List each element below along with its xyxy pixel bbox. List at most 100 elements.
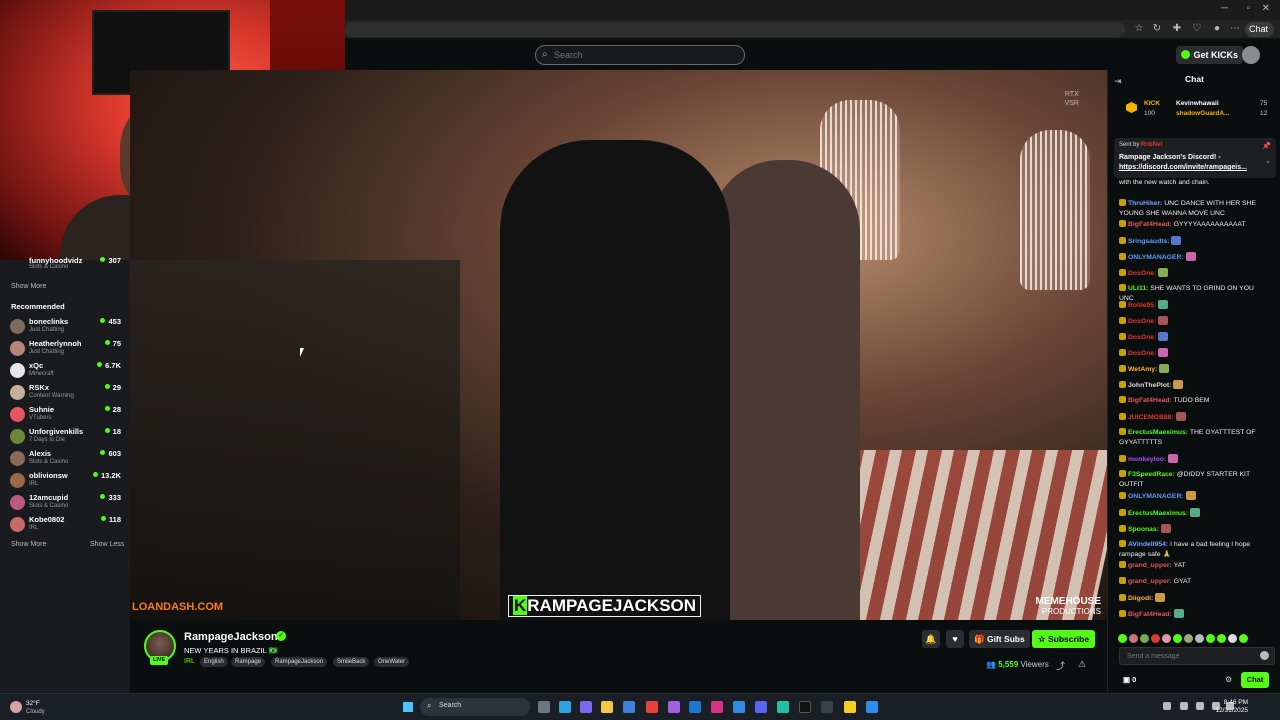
show-more-link[interactable]: Show More [11, 283, 46, 290]
windows-start-icon[interactable] [403, 702, 413, 712]
search-box[interactable]: ⌕ [535, 45, 745, 65]
gift-subs-button[interactable]: 🎁 Gift Subs [969, 630, 1030, 648]
emote-icon[interactable] [1228, 634, 1237, 643]
tray-app-icon[interactable] [1196, 702, 1204, 710]
video-player[interactable]: RTX VSR LOANDASH.COM KRAMPAGEJACKSON MEM… [130, 70, 1107, 620]
app-icon[interactable] [866, 701, 878, 713]
chat-username[interactable]: BigFat4Head: [1128, 611, 1172, 618]
tiktok-icon[interactable] [799, 701, 811, 713]
app-icon[interactable] [668, 701, 680, 713]
system-clock[interactable]: 8:46 PM 12/31/2025 [1215, 699, 1248, 715]
emote-icon[interactable] [1140, 634, 1149, 643]
emote-icon[interactable] [1217, 634, 1226, 643]
chat-username[interactable]: AVindell954: [1128, 541, 1168, 548]
report-icon[interactable]: ⚠ [1078, 659, 1086, 670]
stream-tag[interactable]: SmileBack [333, 657, 370, 667]
chat-username[interactable]: ONLYMANAGER: [1128, 493, 1184, 500]
pinned-message[interactable]: Sent by RnbNet 📌 Rampage Jackson's Disco… [1114, 138, 1276, 178]
emote-icon[interactable] [1129, 634, 1138, 643]
task-view-icon[interactable] [538, 701, 550, 713]
store-icon[interactable] [623, 701, 635, 713]
get-kicks-button[interactable]: Get KICKs [1176, 46, 1243, 64]
chat-username[interactable]: Rollie95: [1128, 302, 1156, 309]
emote-icon[interactable] [1239, 634, 1248, 643]
chat-username[interactable]: Sringsaudts: [1128, 238, 1170, 245]
sidebar-item-recommended[interactable]: RSKx Content Warning 29 [0, 382, 130, 404]
sidebar-item-recommended[interactable]: Suhnie VTubers 28 [0, 404, 130, 426]
sidebar-item-recommended[interactable]: Heatherlynnoh Just Chatting 75 [0, 338, 130, 360]
sidebar-item-recommended[interactable]: oblivionsw IRL 13.2K [0, 470, 130, 492]
user-avatar[interactable] [1242, 46, 1260, 64]
pin-icon[interactable]: 📌 [1262, 142, 1271, 150]
chat-username[interactable]: F3SpeedRace: [1128, 471, 1175, 478]
gear-icon[interactable]: ⚙ [1225, 675, 1232, 684]
close-icon[interactable]: ✕ [1262, 3, 1270, 14]
app-icon[interactable] [821, 701, 833, 713]
chat-username[interactable]: DosOne: [1128, 350, 1156, 357]
more-icon[interactable]: ⋯ [1229, 23, 1241, 35]
stream-category[interactable]: IRL [184, 658, 195, 665]
stream-tag[interactable]: Rampage [231, 657, 266, 667]
chat-username[interactable]: ErectusMaeximus: [1128, 510, 1188, 517]
chat-send-button[interactable]: Chat [1241, 672, 1269, 688]
emote-icon[interactable] [1151, 634, 1160, 643]
tray-chevron-icon[interactable] [1163, 702, 1171, 710]
stream-tag[interactable]: OneWater [374, 657, 410, 667]
file-explorer-icon[interactable] [601, 701, 613, 713]
emote-icon[interactable] [1184, 634, 1193, 643]
chat-username[interactable]: JohnThePlot: [1128, 382, 1171, 389]
sidebar-item-recommended[interactable]: Alexis Slots & Casino 603 [0, 448, 130, 470]
favorites-icon[interactable]: ♡ [1191, 23, 1203, 35]
chat-username[interactable]: Diigodi: [1128, 595, 1153, 602]
copilot-icon[interactable] [580, 701, 592, 713]
sticky-notes-icon[interactable] [844, 701, 856, 713]
emote-icon[interactable] [1195, 634, 1204, 643]
channel-name[interactable]: RampageJackson [184, 631, 278, 643]
profile-icon[interactable]: ● [1211, 23, 1223, 35]
chat-username[interactable]: ULI11: [1128, 285, 1148, 292]
emote-icon[interactable] [1162, 634, 1171, 643]
address-bar[interactable] [345, 22, 1125, 37]
notification-bell-icon[interactable]: 🔔 [922, 630, 940, 648]
chat-username[interactable]: ONLYMANAGER: [1128, 254, 1184, 261]
chat-username[interactable]: monkeyloo: [1128, 456, 1166, 463]
chrome-icon[interactable] [646, 701, 658, 713]
chat-username[interactable]: grand_upper: [1128, 562, 1172, 569]
sidebar-item-recommended[interactable]: Unforgivenkills 7 Days to Die 18 [0, 426, 130, 448]
chat-username[interactable]: WetAmy: [1128, 366, 1157, 373]
sidebar-item-recommended[interactable]: xQc Minecraft 6.7K [0, 360, 130, 382]
sidebar-item-recommended[interactable]: boneclinks Just Chatting 453 [0, 316, 130, 338]
copilot-chat-button[interactable]: Chat [1244, 22, 1274, 37]
chat-username[interactable]: DosOne: [1128, 334, 1156, 341]
chat-username[interactable]: BigFat4Head: [1128, 397, 1172, 404]
taskbar-search[interactable]: ⌕ Search [420, 698, 530, 716]
chat-username[interactable]: ThruHiker: [1128, 200, 1162, 207]
minimize-icon[interactable]: ─ [1221, 3, 1228, 14]
steam-icon[interactable] [689, 701, 701, 713]
discord-icon[interactable] [755, 701, 767, 713]
chat-username[interactable]: ErectusMaeximus: [1128, 429, 1188, 436]
kicks-balance[interactable]: ▣ 0 [1123, 675, 1136, 684]
star-icon[interactable]: ☆ [1133, 23, 1145, 35]
search-input[interactable] [554, 48, 739, 62]
chat-username[interactable]: JUICEMOB88: [1128, 414, 1174, 421]
chat-input[interactable] [1127, 651, 1252, 662]
share-icon[interactable]: ⤴ [1056, 659, 1065, 672]
sidebar-item-top[interactable]: funnyhoodvidz Slots & Casino 307 [0, 256, 130, 278]
show-less-link[interactable]: Show Less [90, 541, 124, 548]
tray-app-icon[interactable] [1180, 702, 1188, 710]
edge-icon[interactable] [559, 701, 571, 713]
sidebar-item-recommended[interactable]: 12amcupid Slots & Casino 333 [0, 492, 130, 514]
show-more-link[interactable]: Show More [11, 541, 46, 548]
app-icon[interactable] [777, 701, 789, 713]
emote-icon[interactable] [1118, 634, 1127, 643]
chat-username[interactable]: BigFat4Head: [1128, 221, 1172, 228]
app-icon[interactable] [733, 701, 745, 713]
emote-icon[interactable] [1173, 634, 1182, 643]
subscribe-button[interactable]: ☆ Subscribe [1032, 630, 1096, 648]
follow-heart-icon[interactable]: ♥ [946, 630, 964, 648]
pinned-link[interactable]: https://discord.com/invite/rampageis... [1119, 164, 1247, 171]
emote-icon[interactable] [1206, 634, 1215, 643]
refresh-icon[interactable]: ↻ [1151, 23, 1163, 35]
sidebar-item-recommended[interactable]: Kobe0802 IRL 118 [0, 514, 130, 536]
